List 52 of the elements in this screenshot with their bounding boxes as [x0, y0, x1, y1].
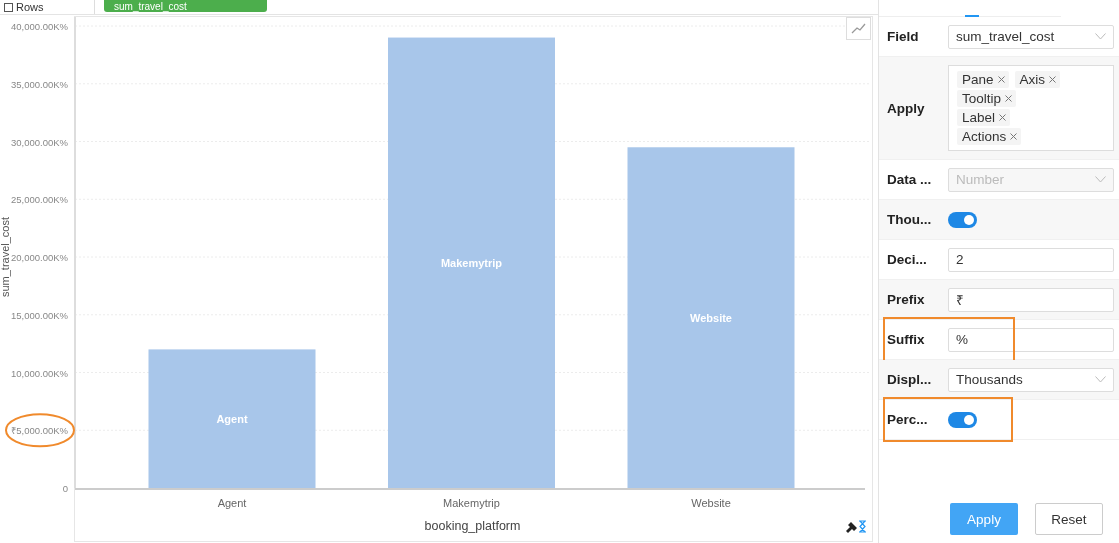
tag-chip[interactable]: Label — [957, 109, 1011, 126]
tag-chip[interactable]: Axis — [1014, 71, 1061, 88]
y-tick-label: ₹5,000.00K% — [11, 425, 68, 437]
x-axis-title: booking_platform — [424, 519, 521, 533]
tag-chip[interactable]: Pane — [957, 71, 1009, 88]
rows-label: Rows — [16, 1, 44, 13]
x-tick-label: Makemytrip — [443, 497, 500, 509]
y-tick-label: 15,000.00K% — [10, 309, 68, 321]
chevron-down-icon — [1095, 33, 1106, 40]
y-tick-label: 35,000.00K% — [10, 78, 68, 90]
y-tick-label: 40,000.00K% — [10, 21, 68, 32]
field-label: Data ... — [887, 172, 933, 187]
field-label: Deci... — [887, 252, 928, 267]
field-label: Perc... — [887, 412, 929, 427]
tag-chip[interactable]: Actions — [957, 128, 1022, 145]
close-icon[interactable] — [1049, 76, 1057, 83]
y-tick-label: 20,000.00K% — [10, 252, 68, 263]
dropdown[interactable]: sum_travel_cost — [948, 24, 1114, 49]
close-icon[interactable] — [1010, 133, 1018, 140]
x-tick-label: Website — [691, 497, 731, 509]
input-field[interactable]: % — [948, 327, 1114, 352]
input-field[interactable]: ₹ — [948, 287, 1114, 312]
bar-label: Agent — [216, 412, 248, 425]
y-tick-label: 0 — [62, 483, 68, 494]
tag-chip[interactable]: Tooltip — [957, 90, 1017, 107]
close-icon[interactable] — [999, 114, 1007, 121]
bar-label: Makemytrip — [440, 256, 503, 269]
chevron-down-icon — [1095, 176, 1106, 183]
input-field[interactable]: 2 — [948, 247, 1114, 272]
field-label: Suffix — [887, 332, 926, 347]
field-label: Displ... — [887, 372, 933, 387]
reset-button[interactable]: Reset — [1035, 503, 1103, 535]
toggle-switch[interactable] — [948, 411, 977, 428]
dropdown[interactable]: Thousands — [948, 367, 1114, 392]
y-tick-label: 30,000.00K% — [10, 136, 68, 148]
trendline-button[interactable] — [846, 17, 871, 40]
y-tick-label: 25,000.00K% — [10, 194, 68, 206]
bar-label: Website — [690, 311, 732, 324]
x-tick-label: Agent — [217, 497, 247, 509]
y-axis-title: sum_travel_cost — [0, 216, 11, 298]
field-label: Prefix — [887, 292, 926, 307]
close-icon[interactable] — [997, 76, 1005, 83]
field-label: Field — [887, 29, 920, 44]
toggle-switch[interactable] — [948, 211, 977, 228]
y-tick-label: 10,000.00K% — [10, 367, 68, 379]
chevron-down-icon — [1095, 376, 1106, 383]
field-label: Apply — [887, 100, 926, 116]
rows-icon — [4, 2, 13, 12]
tag-input[interactable]: Pane Axis Tooltip Label Actions — [948, 65, 1114, 151]
field-label: Thou... — [887, 212, 933, 227]
close-icon[interactable] — [1005, 95, 1013, 102]
pin-icon[interactable] — [846, 522, 857, 533]
